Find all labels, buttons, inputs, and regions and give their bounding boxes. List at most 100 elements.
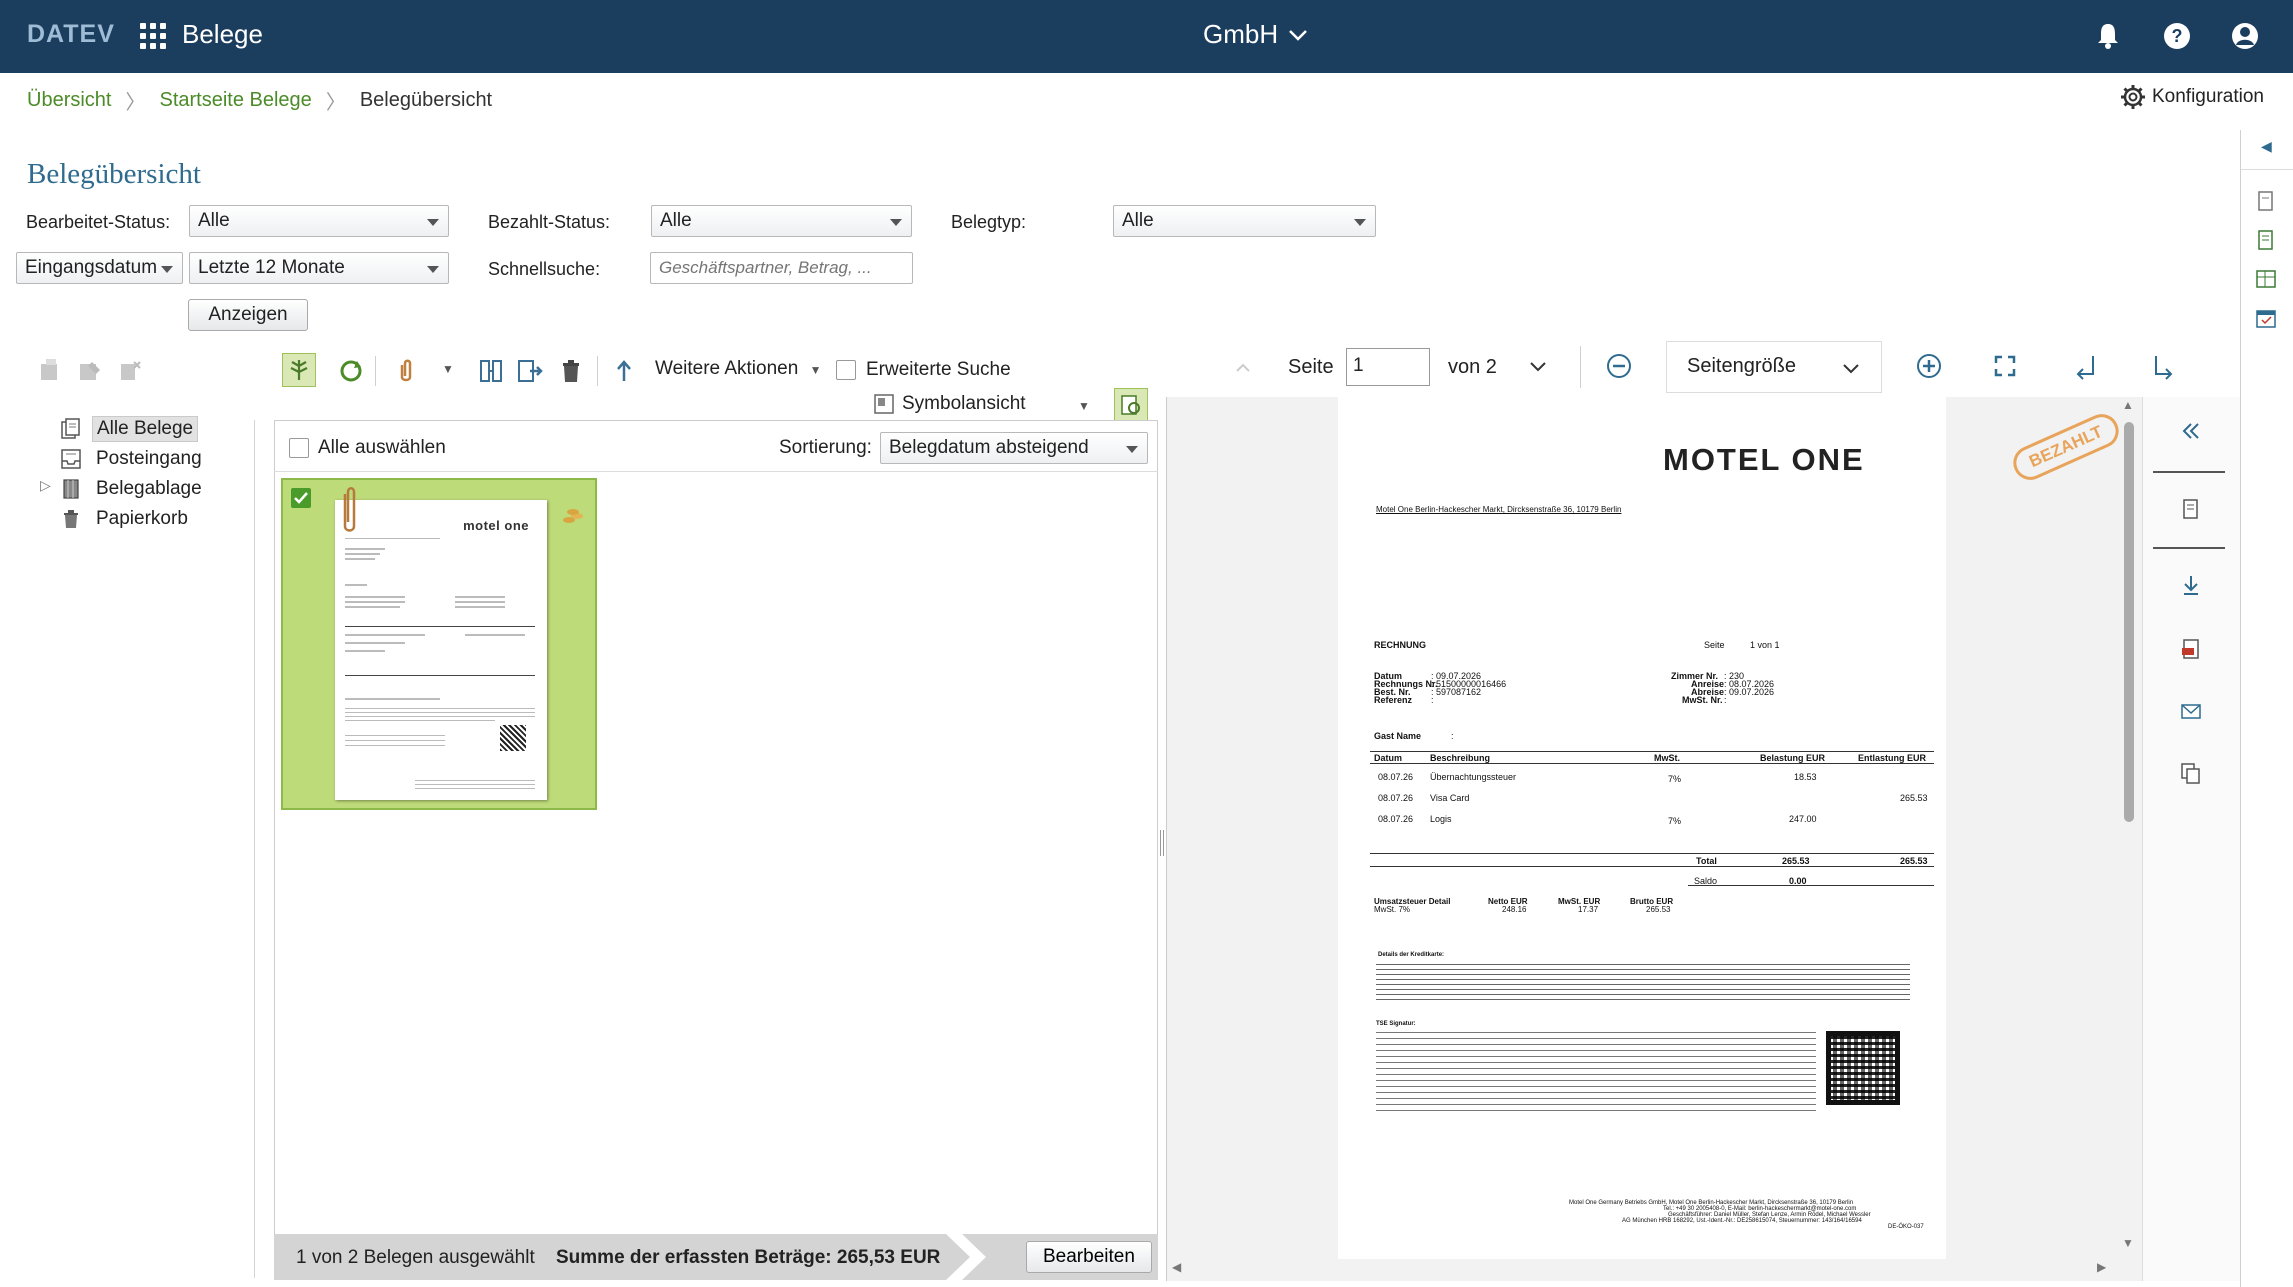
bearbeitet-status-label: Bearbeitet-Status: <box>26 212 171 232</box>
gast-label: Gast Name <box>1374 731 1422 741</box>
next-page-chevron-icon[interactable] <box>1526 354 1550 378</box>
column-header: Entlastung EUR <box>1858 753 1927 763</box>
new-folder-icon[interactable] <box>36 356 64 384</box>
refresh-icon[interactable] <box>337 357 365 385</box>
email-icon[interactable] <box>2179 699 2203 723</box>
invoice-title: RECHNUNG <box>1374 640 1427 650</box>
zeitraum-select[interactable]: Letzte 12 Monate <box>189 252 449 284</box>
split-document-icon[interactable] <box>477 357 505 385</box>
card-details-title: Details der Kreditkarte: <box>1378 952 1445 958</box>
sidebar-table-icon[interactable] <box>2255 268 2277 290</box>
document-thumbnail[interactable]: motel one <box>281 478 597 810</box>
delete-folder-icon[interactable] <box>116 356 144 384</box>
datum-field-select[interactable]: Eingangsdatum <box>16 252 183 284</box>
folder-tree: Alle Belege Posteingang ▷ Belegablage Pa… <box>40 414 206 534</box>
chevron-down-icon[interactable] <box>1285 22 1311 48</box>
expand-arrow-icon[interactable]: ▷ <box>40 477 51 494</box>
panel-splitter[interactable] <box>1160 830 1164 856</box>
scroll-right-icon[interactable]: ▶ <box>2097 1260 2106 1274</box>
table-row: 08.07.26 <box>1378 793 1414 803</box>
download-icon[interactable] <box>2179 573 2203 597</box>
panel-divider <box>2153 471 2225 473</box>
weitere-aktionen-menu[interactable]: Weitere Aktionen ▼ <box>655 358 821 380</box>
tree-item-posteingang[interactable]: Posteingang <box>60 444 206 474</box>
pdf-icon[interactable] <box>2179 637 2203 661</box>
gast-colon: : <box>1451 731 1454 741</box>
tree-item-alle-belege[interactable]: Alle Belege <box>60 414 206 444</box>
anzeigen-button[interactable]: Anzeigen <box>188 299 308 331</box>
table-row: 7% <box>1668 774 1682 784</box>
rotate-right-icon[interactable] <box>2148 352 2176 380</box>
tse-title: TSE Signatur: <box>1376 1021 1416 1027</box>
previous-page-icon[interactable] <box>1233 358 1253 378</box>
documents-icon <box>61 418 80 439</box>
upload-icon[interactable] <box>610 357 638 385</box>
symbolansicht-select[interactable]: Symbolansicht <box>902 393 1026 415</box>
delete-icon[interactable] <box>557 357 585 385</box>
viewer-horizontal-scrollbar[interactable]: ◀ ▶ <box>1172 1260 2112 1280</box>
zoom-select[interactable]: Seitengröße <box>1666 341 1882 393</box>
scroll-up-icon[interactable]: ▲ <box>2122 398 2134 412</box>
paperclip-icon[interactable] <box>392 357 420 385</box>
erweiterte-suche-checkbox[interactable] <box>836 360 856 380</box>
help-icon[interactable]: ? <box>2161 20 2193 52</box>
sidebar-document-icon[interactable] <box>2255 190 2277 212</box>
field-value: : <box>1724 695 1727 705</box>
sort-select[interactable]: Belegdatum absteigend <box>880 432 1148 464</box>
sidebar-collapse-button[interactable]: ◀ <box>2241 130 2293 170</box>
document-info-icon[interactable] <box>2179 497 2203 521</box>
coins-icon <box>563 509 583 523</box>
triangle-left-icon: ◀ <box>2261 138 2272 154</box>
user-avatar-icon[interactable] <box>2229 20 2261 52</box>
bezahlt-status-label: Bezahlt-Status: <box>488 212 611 232</box>
field-value: : 597087162 <box>1431 687 1482 697</box>
invoice-logo: MOTEL ONE <box>1663 442 1865 477</box>
tree-item-papierkorb[interactable]: Papierkorb <box>60 504 206 534</box>
preview-document-icon <box>1121 395 1140 415</box>
schnellsuche-input[interactable] <box>650 252 913 284</box>
filter-tree-button[interactable] <box>282 353 316 387</box>
company-selector[interactable]: GmbH <box>1203 19 1278 50</box>
erweiterte-suche-label: Erweiterte Suche <box>866 359 1011 380</box>
attach-dropdown-icon[interactable]: ▼ <box>442 362 454 376</box>
bezahlt-status-select[interactable]: Alle <box>651 205 912 237</box>
select-all-checkbox[interactable] <box>289 438 309 458</box>
bearbeiten-button[interactable]: Bearbeiten <box>1026 1241 1152 1273</box>
bell-icon[interactable] <box>2092 20 2124 52</box>
tree-item-belegablage[interactable]: ▷ Belegablage <box>40 474 206 504</box>
page-title: Belegübersicht <box>27 158 201 190</box>
right-sidebar: ◀ <box>2240 130 2293 1287</box>
bearbeitet-status-select[interactable]: Alle <box>189 205 449 237</box>
tree-icon <box>290 360 308 380</box>
vat-value: MwSt. 7% <box>1374 905 1411 914</box>
sidebar-calendar-icon[interactable] <box>2255 307 2277 329</box>
selection-count: 1 von 2 Belegen ausgewählt <box>296 1247 535 1268</box>
fullscreen-icon[interactable] <box>1991 352 2019 380</box>
zoom-out-icon[interactable] <box>1605 352 1633 380</box>
copy-icon[interactable] <box>2179 761 2203 785</box>
left-panel-splitter[interactable] <box>254 420 258 1278</box>
sidebar-invoice-icon[interactable] <box>2255 229 2277 251</box>
scrollbar-thumb[interactable] <box>2124 422 2134 822</box>
double-chevron-left-icon[interactable] <box>2179 419 2203 443</box>
belegtyp-select[interactable]: Alle <box>1113 205 1376 237</box>
page-number-input[interactable]: 1 <box>1346 348 1430 386</box>
zoom-in-icon[interactable] <box>1915 352 1943 380</box>
scroll-left-icon[interactable]: ◀ <box>1172 1260 1181 1274</box>
datev-logo[interactable]: DATEV <box>27 20 115 49</box>
app-grid-icon[interactable] <box>140 23 166 49</box>
konfiguration-button[interactable]: Konfiguration <box>2120 84 2264 110</box>
thumbnail-checkbox[interactable] <box>291 488 311 508</box>
preview-toggle-button[interactable] <box>1114 388 1148 422</box>
thumbnail-logo: motel one <box>463 518 529 533</box>
move-document-icon[interactable] <box>516 357 544 385</box>
scroll-down-icon[interactable]: ▼ <box>2122 1236 2134 1250</box>
rotate-left-icon[interactable] <box>2073 352 2101 380</box>
rename-folder-icon[interactable] <box>76 356 104 384</box>
breadcrumb-uebersicht[interactable]: Übersicht <box>27 89 111 112</box>
breadcrumb-startseite-belege[interactable]: Startseite Belege <box>159 89 311 112</box>
toolbar-separator <box>597 356 598 386</box>
total-credit: 265.53 <box>1900 856 1928 866</box>
symbolansicht-chevron-icon[interactable]: ▼ <box>1078 399 1090 413</box>
viewer-vertical-scrollbar[interactable]: ▲ ▼ <box>2118 398 2138 1254</box>
